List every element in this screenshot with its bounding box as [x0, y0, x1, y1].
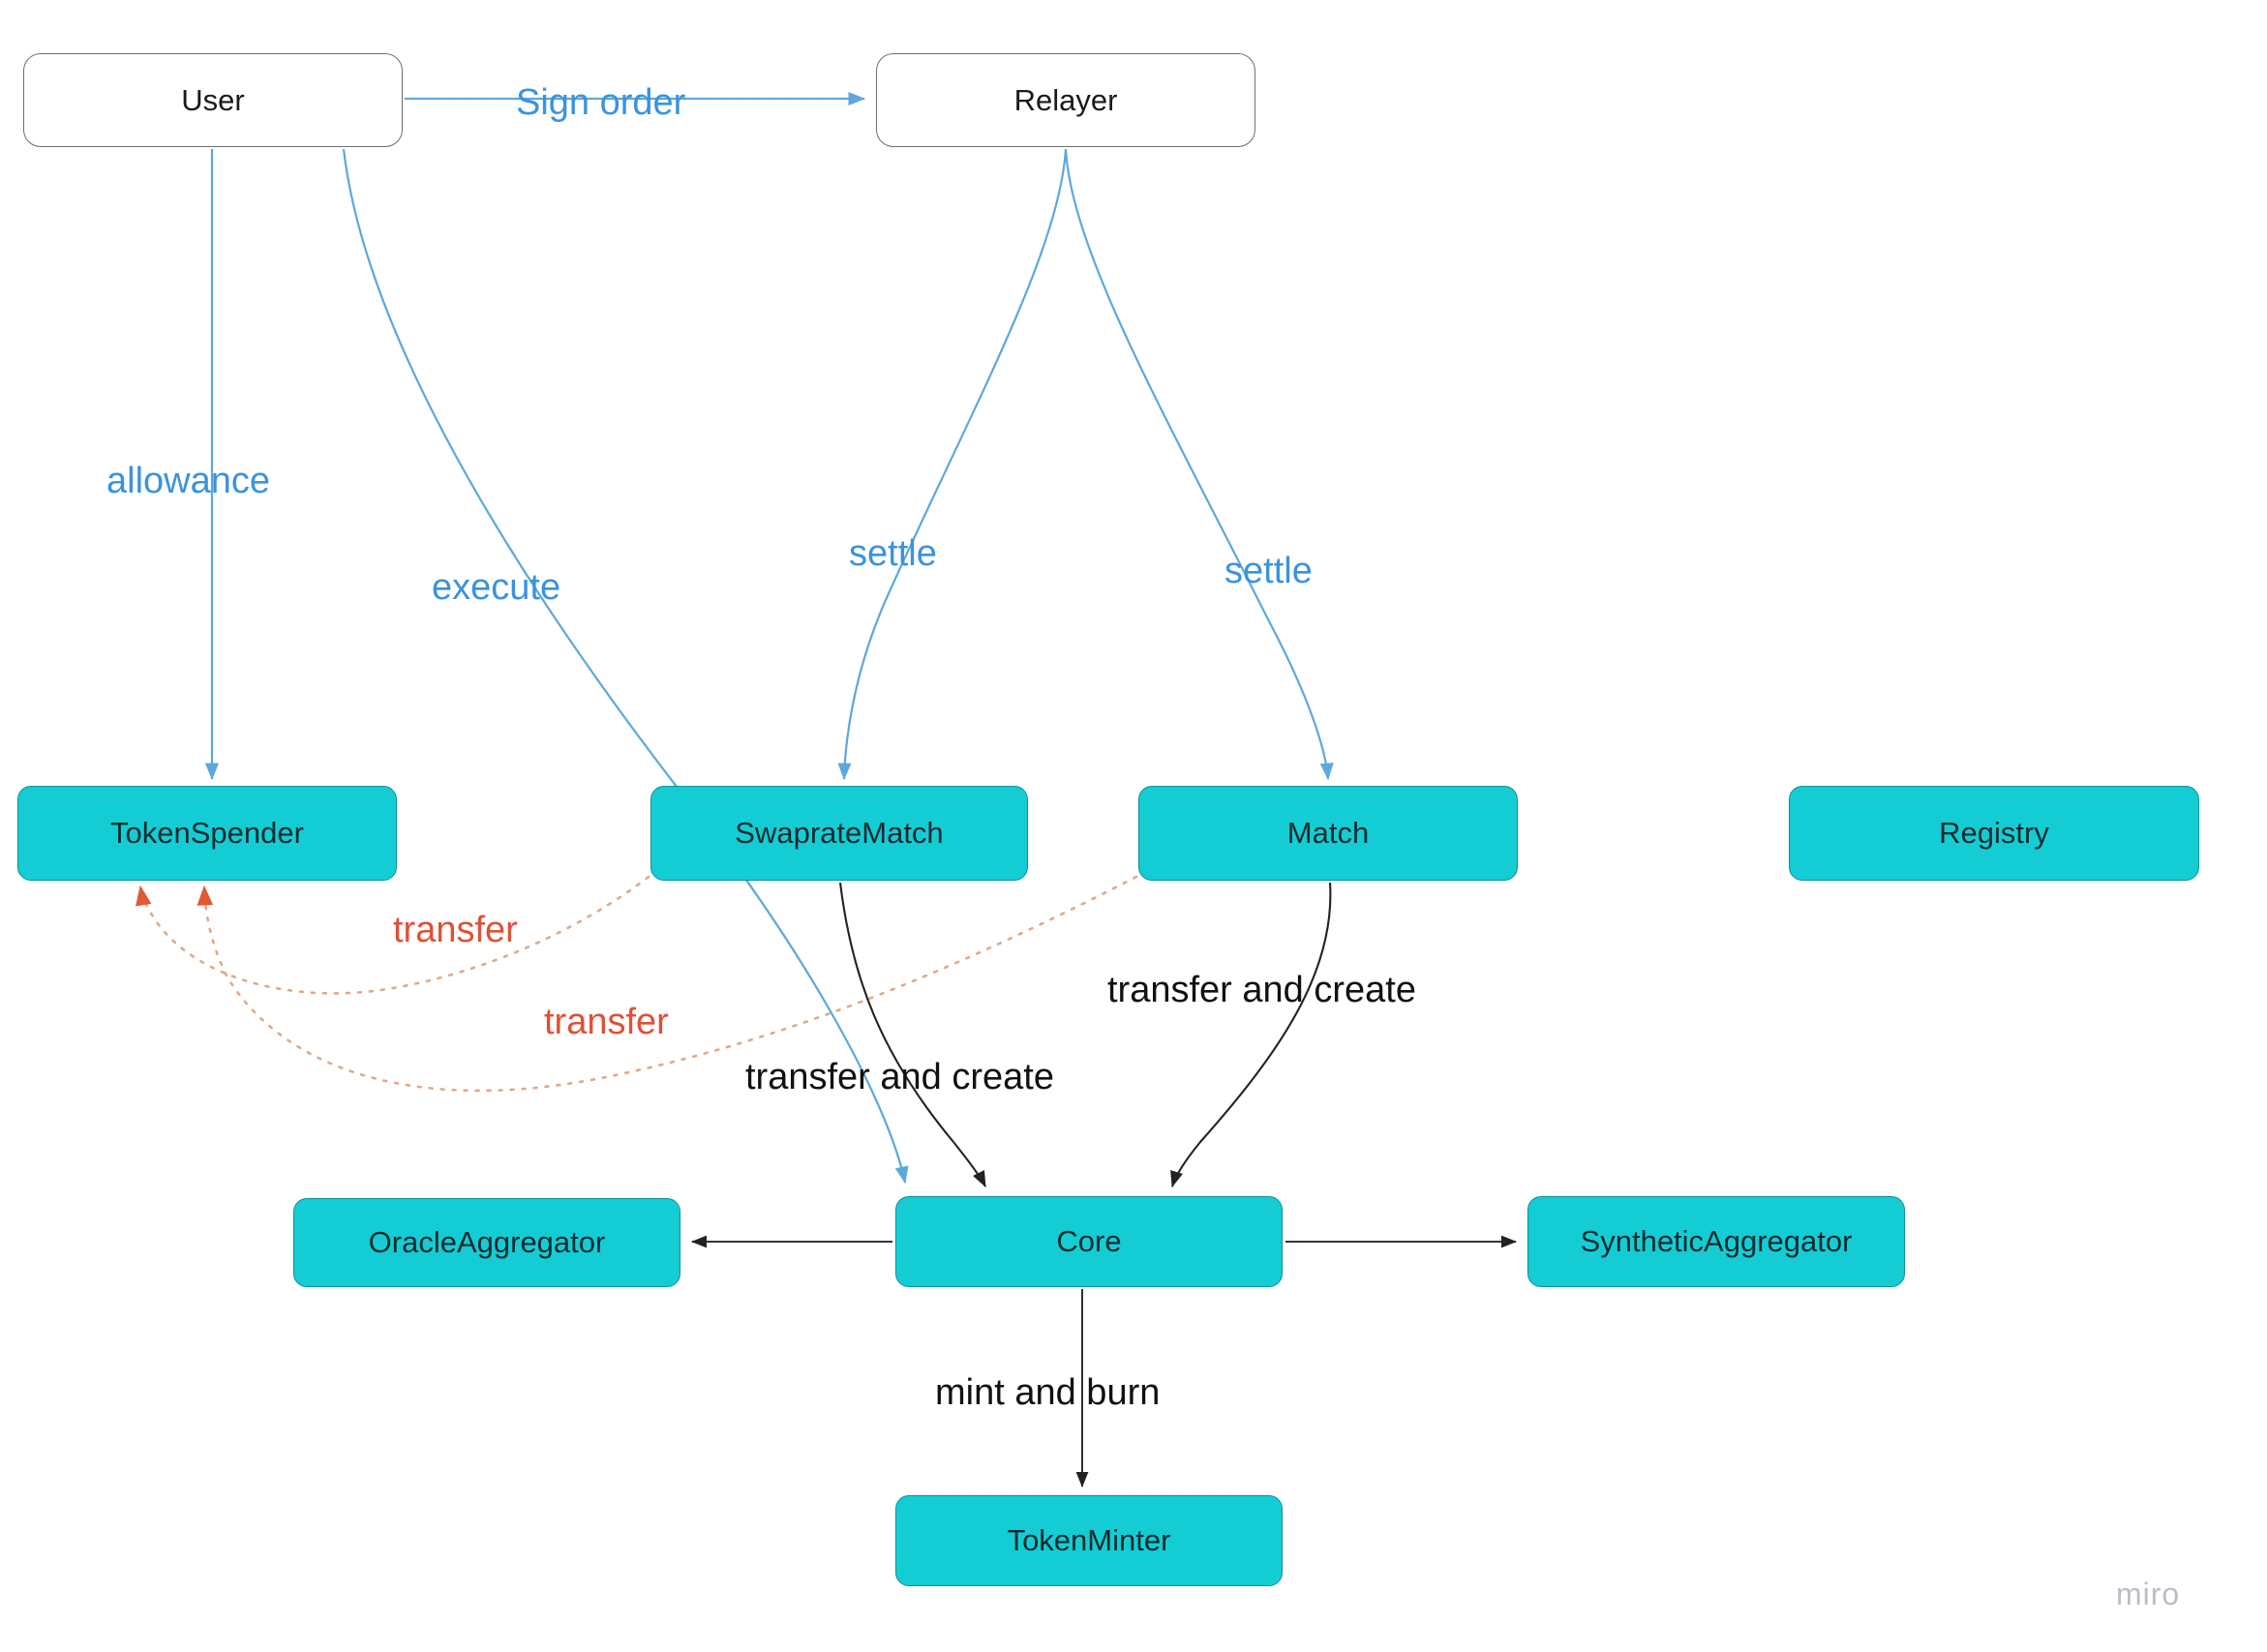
node-swapratematch[interactable]: SwaprateMatch: [650, 786, 1028, 881]
edge-label-execute: execute: [432, 567, 561, 608]
node-match-label: Match: [1286, 816, 1370, 851]
node-tokenminter[interactable]: TokenMinter: [895, 1495, 1283, 1586]
edge-settle-match: [1064, 148, 1334, 781]
edge-settle-swapratematch: [837, 148, 1068, 781]
diagram-canvas: User Relayer TokenSpender SwaprateMatch …: [0, 0, 2267, 1652]
node-syntheticaggregator-label: SyntheticAggregator: [1580, 1224, 1853, 1259]
edge-label-sign-order: Sign order: [516, 82, 686, 123]
edge-label-transfer-lower: transfer: [544, 1002, 669, 1042]
edge-label-transfer-upper: transfer: [393, 910, 518, 950]
node-relayer-label: Relayer: [1013, 82, 1118, 117]
node-registry[interactable]: Registry: [1789, 786, 2199, 881]
edge-transfer-match: [196, 875, 1138, 1093]
edge-execute: [342, 148, 909, 1185]
node-tokenspender[interactable]: TokenSpender: [17, 786, 397, 881]
node-match[interactable]: Match: [1138, 786, 1518, 881]
edge-label-settle-right: settle: [1224, 551, 1313, 591]
edge-label-transfer-and-create-left: transfer and create: [745, 1057, 1054, 1097]
node-user-label: User: [181, 82, 245, 117]
node-user[interactable]: User: [23, 53, 403, 147]
edge-label-settle-left: settle: [849, 533, 937, 574]
node-tokenminter-label: TokenMinter: [1007, 1523, 1171, 1558]
node-oracleaggregator-label: OracleAggregator: [368, 1225, 606, 1260]
node-swapratematch-label: SwaprateMatch: [735, 816, 944, 851]
node-tokenspender-label: TokenSpender: [110, 816, 304, 851]
node-relayer[interactable]: Relayer: [876, 53, 1255, 147]
node-registry-label: Registry: [1939, 816, 2049, 851]
edge-transfer-swapratematch: [136, 875, 650, 995]
edge-transfer-create-match: [1170, 882, 1332, 1188]
edge-label-transfer-and-create-right: transfer and create: [1107, 970, 1416, 1010]
node-core[interactable]: Core: [895, 1196, 1283, 1287]
node-syntheticaggregator[interactable]: SyntheticAggregator: [1527, 1196, 1905, 1287]
miro-watermark: miro: [2116, 1577, 2181, 1611]
edge-label-mint-and-burn: mint and burn: [935, 1372, 1161, 1413]
node-oracleaggregator[interactable]: OracleAggregator: [293, 1198, 680, 1287]
edge-transfer-create-swapratematch: [838, 882, 986, 1187]
edge-label-allowance: allowance: [106, 461, 270, 501]
node-core-label: Core: [1056, 1224, 1122, 1259]
